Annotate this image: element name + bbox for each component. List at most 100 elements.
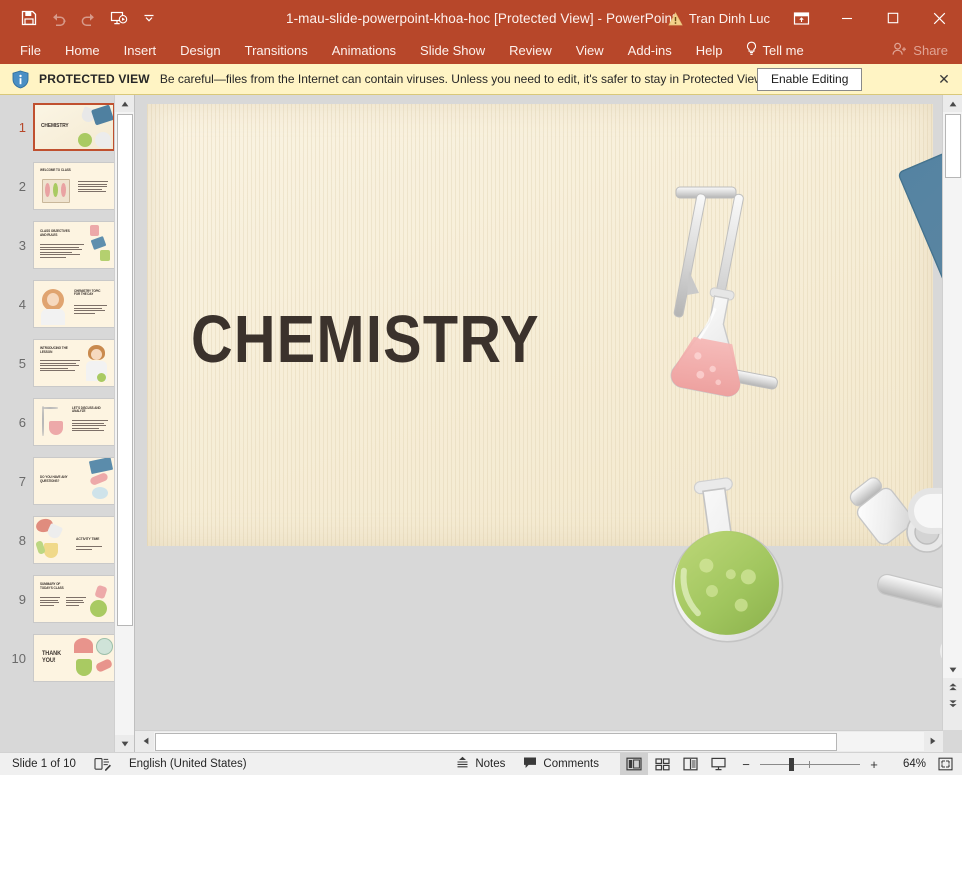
thumbnail-scroll-up-button[interactable] — [115, 95, 134, 112]
redo-button[interactable] — [74, 5, 104, 31]
share-button[interactable]: Share — [882, 38, 962, 63]
slide-vertical-scrollbar[interactable] — [942, 95, 962, 730]
start-from-beginning-button[interactable] — [104, 5, 134, 31]
tab-design[interactable]: Design — [168, 39, 232, 62]
caret-down-icon — [121, 741, 128, 746]
zoom-in-button[interactable]: + — [864, 753, 884, 775]
slide-thumbnail-1[interactable]: CHEMISTRY — [33, 103, 115, 151]
tab-insert[interactable]: Insert — [112, 39, 169, 62]
current-slide[interactable]: CHEMISTRY — [147, 104, 933, 546]
undo-button[interactable] — [44, 5, 74, 31]
slide-thumbnail-3[interactable]: CLASS OBJECTIVES AND RULES — [33, 221, 115, 269]
tab-help[interactable]: Help — [684, 39, 735, 62]
vertical-scrollbar-track[interactable] — [943, 112, 962, 678]
slide-number: 9 — [18, 591, 26, 607]
list-item[interactable]: 6 LET'S DISCUSS AND ANALYZE — [0, 398, 115, 446]
slide-thumbnail-2[interactable]: WELCOME TO CLASS — [33, 162, 115, 210]
zoom-slider[interactable] — [756, 753, 864, 775]
scroll-right-button[interactable] — [924, 731, 941, 751]
list-item[interactable]: 3 CLASS OBJECTIVES AND RULES — [0, 221, 115, 269]
thumbnail-title: CHEMISTRY TOPIC FOR THE DAY — [74, 289, 101, 297]
slide-thumbnail-10[interactable]: THANK YOU! — [33, 634, 115, 682]
language-indicator[interactable]: English (United States) — [120, 753, 256, 775]
lightbulb-icon — [745, 41, 758, 59]
list-item[interactable]: 1 CHEMISTRY — [0, 103, 115, 151]
list-item[interactable]: 9 SUMMARY OF TODAY'S CLASS — [0, 575, 115, 623]
thumb-art-tube-a — [45, 183, 50, 197]
normal-view-icon — [626, 757, 642, 771]
fit-slide-to-window-button[interactable] — [932, 753, 958, 775]
chevron-down-icon — [144, 14, 154, 22]
scroll-up-button[interactable] — [943, 95, 962, 112]
thumb-art-green-flask — [97, 373, 106, 382]
slide-thumbnail-7[interactable]: DO YOU HAVE ANY QUESTIONS? — [33, 457, 115, 505]
tab-home[interactable]: Home — [53, 39, 112, 62]
zoom-percentage[interactable]: 64% — [888, 758, 932, 770]
scroll-down-button[interactable] — [943, 661, 962, 678]
thumbnail-title: WELCOME TO CLASS — [40, 168, 71, 172]
reading-view-icon — [682, 757, 698, 771]
vertical-scrollbar-thumb[interactable] — [945, 114, 961, 178]
list-item[interactable]: 4 CHEMISTRY TOPIC FOR THE DAY — [0, 280, 115, 328]
thumbnail-pane-scrollbar[interactable] — [114, 95, 134, 752]
save-button[interactable] — [14, 5, 44, 31]
slide-thumbnail-8[interactable]: ACTIVITY TIME — [33, 516, 115, 564]
thumbnail-title: CHEMISTRY — [41, 123, 69, 129]
quick-access-toolbar — [0, 5, 164, 31]
zoom-slider-handle[interactable] — [789, 758, 794, 771]
accessibility-checker-button[interactable] — [85, 753, 120, 775]
thumb-art-blue-book — [90, 236, 107, 250]
ribbon-display-options-button[interactable] — [784, 4, 818, 32]
user-name: Tran Dinh Luc — [688, 10, 770, 26]
reading-view-button[interactable] — [676, 753, 704, 775]
minimize-button[interactable] — [824, 0, 870, 36]
slide-show-icon — [710, 757, 726, 771]
slide-thumbnail-9[interactable]: SUMMARY OF TODAY'S CLASS — [33, 575, 115, 623]
list-item[interactable]: 8 ACTIVITY TIME — [0, 516, 115, 564]
list-item[interactable]: 2 WELCOME TO CLASS — [0, 162, 115, 210]
tab-transitions[interactable]: Transitions — [233, 39, 320, 62]
slide-title-text[interactable]: CHEMISTRY — [191, 306, 540, 373]
tab-file[interactable]: File — [8, 39, 53, 62]
thumbnail-scrollbar-thumb[interactable] — [117, 114, 133, 626]
slide-thumbnail-pane: 1 CHEMISTRY 2 WELCOME TO CLASS 3 CLASS O… — [0, 95, 135, 752]
ribbon-options-icon — [793, 11, 809, 25]
tell-me-search[interactable]: Tell me — [735, 37, 814, 63]
thumb-body-text — [76, 546, 102, 551]
maximize-button[interactable] — [870, 0, 916, 36]
share-person-icon — [892, 42, 907, 59]
slide-thumbnail-6[interactable]: LET'S DISCUSS AND ANALYZE — [33, 398, 115, 446]
enable-editing-button[interactable]: Enable Editing — [757, 68, 863, 91]
close-button[interactable] — [916, 0, 962, 36]
customize-quick-access-toolbar-button[interactable] — [134, 5, 164, 31]
horizontal-scrollbar-track[interactable] — [154, 732, 924, 751]
tab-animations[interactable]: Animations — [320, 39, 408, 62]
slide-sorter-view-button[interactable] — [648, 753, 676, 775]
slideshow-icon — [110, 11, 128, 25]
tab-add-ins[interactable]: Add-ins — [616, 39, 684, 62]
list-item[interactable]: 5 INTRODUCING THE LESSON — [0, 339, 115, 387]
slide-thumbnail-5[interactable]: INTRODUCING THE LESSON — [33, 339, 115, 387]
comments-button[interactable]: Comments — [514, 753, 608, 775]
thumb-art-student-coat — [41, 309, 65, 325]
notes-button[interactable]: Notes — [447, 753, 514, 775]
slide-horizontal-scrollbar[interactable] — [135, 730, 943, 752]
list-item[interactable]: 7 DO YOU HAVE ANY QUESTIONS? — [0, 457, 115, 505]
slide-thumbnail-4[interactable]: CHEMISTRY TOPIC FOR THE DAY — [33, 280, 115, 328]
scroll-left-button[interactable] — [137, 731, 154, 751]
list-item[interactable]: 10 THANK YOU! — [0, 634, 115, 682]
normal-view-button[interactable] — [620, 753, 648, 775]
tab-review[interactable]: Review — [497, 39, 564, 62]
slide-show-button[interactable] — [704, 753, 732, 775]
thumbnail-scrollbar-track[interactable] — [115, 112, 134, 735]
tab-view[interactable]: View — [564, 39, 616, 62]
tab-slide-show[interactable]: Slide Show — [408, 39, 497, 62]
horizontal-scrollbar-thumb[interactable] — [155, 733, 837, 751]
previous-slide-button[interactable] — [943, 678, 962, 695]
thumbnail-scroll-down-button[interactable] — [115, 735, 134, 752]
title-bar: 1-mau-slide-powerpoint-khoa-hoc [Protect… — [0, 0, 962, 36]
next-slide-button[interactable] — [943, 695, 962, 712]
close-protected-view-bar-button[interactable]: ✕ — [936, 71, 952, 87]
zoom-out-button[interactable]: − — [736, 753, 756, 775]
user-account[interactable]: Tran Dinh Luc — [660, 7, 778, 30]
